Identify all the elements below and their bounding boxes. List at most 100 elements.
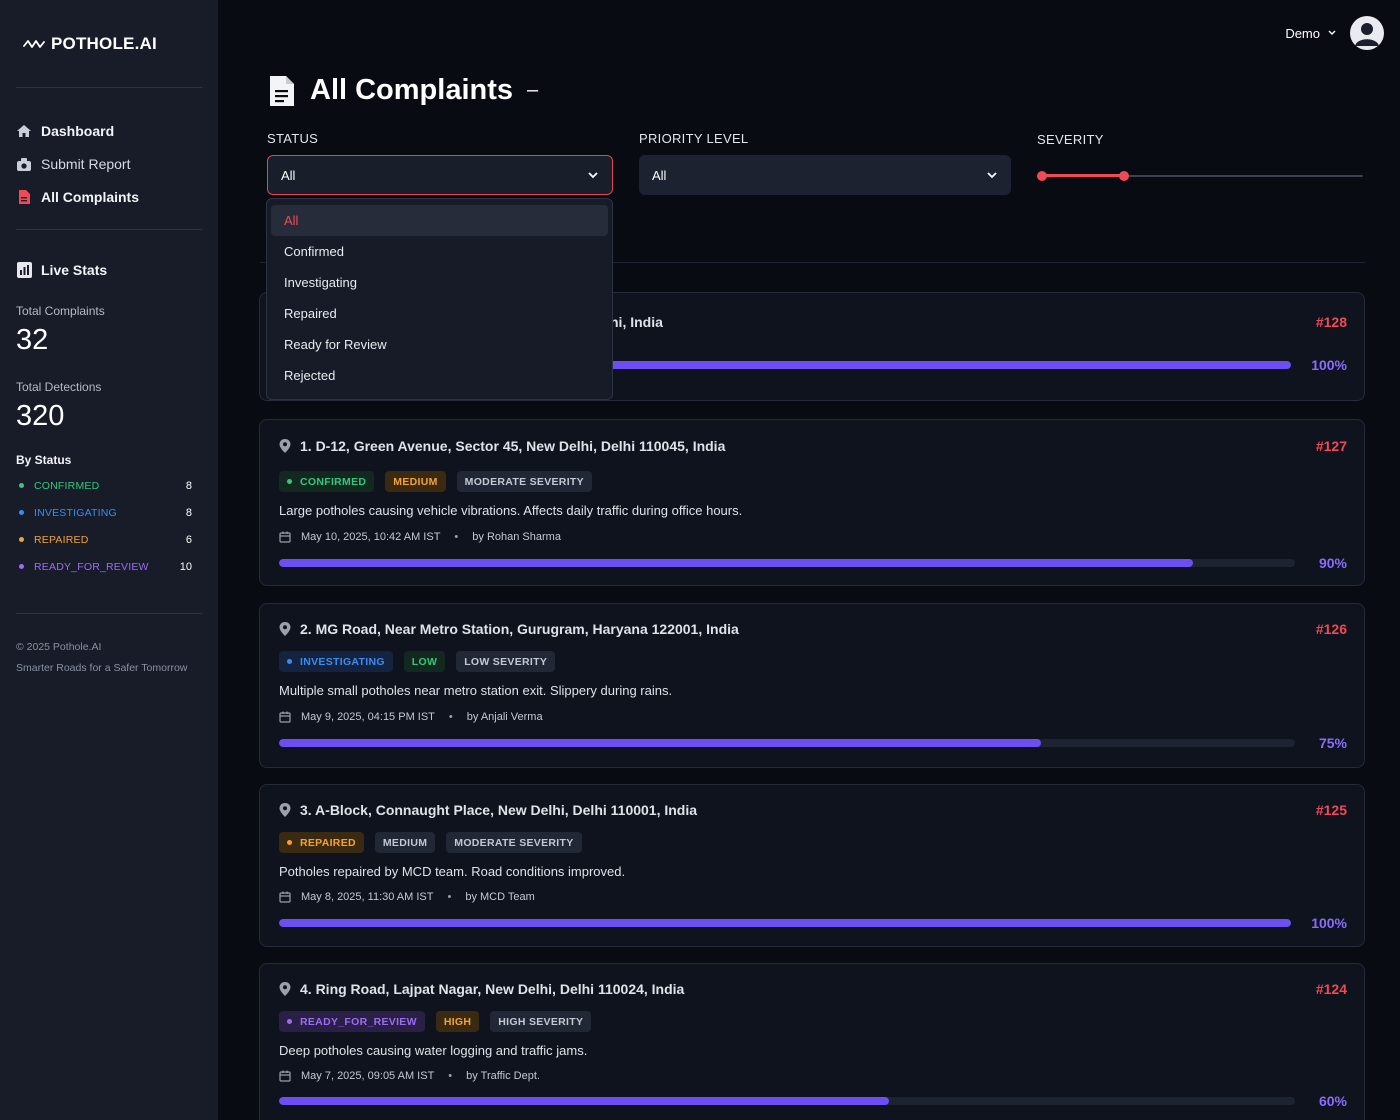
badge-row: READY_FOR_REVIEW HIGH HIGH SEVERITY xyxy=(279,1011,592,1032)
progress-bar xyxy=(279,919,1291,927)
complaint-id: #128 xyxy=(1315,314,1347,330)
camera-icon xyxy=(16,156,32,172)
nav-dashboard-label: Dashboard xyxy=(41,122,115,139)
complaint-card[interactable]: 2. MG Road, Near Metro Station, Gurugram… xyxy=(259,603,1365,768)
chevron-down-icon xyxy=(588,172,598,179)
calendar-icon xyxy=(279,891,291,903)
complaint-date: May 8, 2025, 11:30 AM IST xyxy=(301,891,434,903)
total-detections-label: Total Detections xyxy=(16,380,102,394)
user-icon xyxy=(1355,23,1379,46)
severity-badge: HIGH SEVERITY xyxy=(490,1011,592,1032)
complaint-location: 3. A-Block, Connaught Place, New Delhi, … xyxy=(279,802,697,818)
complaint-author: by MCD Team xyxy=(465,891,535,903)
status-option-repaired[interactable]: Repaired xyxy=(271,298,608,329)
sidebar-divider xyxy=(16,229,202,230)
complaint-id: #127 xyxy=(1315,438,1347,454)
sidebar-divider xyxy=(16,87,202,88)
complaint-location-text: 2. MG Road, Near Metro Station, Gurugram… xyxy=(300,621,739,637)
severity-slider[interactable] xyxy=(1037,171,1363,181)
status-option-investigating[interactable]: Investigating xyxy=(271,267,608,298)
clipboard-icon xyxy=(17,262,32,278)
status-option-ready-for-review[interactable]: Ready for Review xyxy=(271,329,608,360)
status-select-value: All xyxy=(281,167,296,183)
map-pin-icon xyxy=(279,439,291,453)
complaint-author: by Rohan Sharma xyxy=(472,531,561,543)
complaint-location: 1. D-12, Green Avenue, Sector 45, New De… xyxy=(279,438,725,454)
complaint-description: Multiple small potholes near metro stati… xyxy=(279,683,673,698)
nav-dashboard[interactable]: Dashboard xyxy=(16,114,139,147)
complaint-card[interactable]: 3. A-Block, Connaught Place, New Delhi, … xyxy=(259,784,1365,947)
status-badge: INVESTIGATING xyxy=(279,651,393,672)
wave-icon xyxy=(23,40,45,48)
status-row-investigating: INVESTIGATING 8 xyxy=(16,499,202,526)
progress-track xyxy=(279,919,1291,927)
progress-percent: 100% xyxy=(1311,915,1347,931)
complaint-location-text: 1. D-12, Green Avenue, Sector 45, New De… xyxy=(300,438,726,454)
priority-select-value: All xyxy=(652,167,667,183)
status-option-all[interactable]: All xyxy=(271,205,608,236)
progress-percent: 60% xyxy=(1318,1093,1347,1109)
progress-track xyxy=(279,739,1295,747)
priority-select[interactable]: All xyxy=(639,155,1011,195)
page-title-suffix: – xyxy=(527,79,539,101)
home-icon xyxy=(16,123,32,139)
status-name: INVESTIGATING xyxy=(34,506,117,519)
nav-submit-report[interactable]: Submit Report xyxy=(16,147,139,180)
severity-badge: MODERATE SEVERITY xyxy=(456,471,592,492)
severity-badge: MODERATE SEVERITY xyxy=(446,832,582,853)
progress-track xyxy=(279,559,1295,567)
user-menu[interactable]: Demo xyxy=(1285,16,1384,50)
complaint-location-text: 4. Ring Road, Lajpat Nagar, New Delhi, D… xyxy=(300,981,685,997)
nav-all-complaints[interactable]: All Complaints xyxy=(16,180,139,213)
sidebar-nav: Dashboard Submit Report All Complaints xyxy=(16,114,139,213)
nav-all-complaints-label: All Complaints xyxy=(41,188,140,205)
chevron-down-icon xyxy=(987,172,997,179)
status-name: REPAIRED xyxy=(34,533,89,546)
complaint-location: hi, India xyxy=(610,314,663,330)
badge-row: REPAIRED MEDIUM MODERATE SEVERITY xyxy=(279,832,582,853)
status-option-rejected[interactable]: Rejected xyxy=(271,360,608,391)
priority-badge: LOW xyxy=(403,651,446,672)
slider-thumb-max[interactable] xyxy=(1119,171,1130,181)
document-icon xyxy=(270,75,294,106)
progress-bar xyxy=(279,1097,889,1105)
map-pin-icon xyxy=(279,982,291,996)
app-logo[interactable]: POTHOLE.AI xyxy=(23,34,157,54)
tagline-text: Smarter Roads for a Safer Tomorrow xyxy=(16,662,188,674)
status-dot xyxy=(19,564,24,569)
progress-track xyxy=(279,1097,1295,1105)
slider-thumb-min[interactable] xyxy=(1037,171,1047,181)
nav-submit-report-label: Submit Report xyxy=(41,155,131,172)
live-stats: Live Stats Total Complaints 32 Total Det… xyxy=(16,260,202,580)
sidebar-divider xyxy=(16,613,202,614)
copyright-text: © 2025 Pothole.AI xyxy=(16,641,102,653)
slider-fill xyxy=(1042,174,1125,177)
sidebar: POTHOLE.AI Dashboard Submit Report All C… xyxy=(0,0,218,1120)
complaint-location: 2. MG Road, Near Metro Station, Gurugram… xyxy=(279,621,739,637)
status-select[interactable]: All xyxy=(267,155,613,195)
complaint-card[interactable]: 4. Ring Road, Lajpat Nagar, New Delhi, D… xyxy=(259,963,1365,1120)
progress-percent: 75% xyxy=(1318,735,1347,751)
complaint-location: 4. Ring Road, Lajpat Nagar, New Delhi, D… xyxy=(279,981,684,997)
status-dot xyxy=(19,537,24,542)
page-header: All Complaints – xyxy=(268,74,538,107)
priority-badge: MEDIUM xyxy=(374,832,436,853)
status-count: 6 xyxy=(185,533,192,546)
status-count: 10 xyxy=(179,560,192,573)
status-row-ready-for-review: READY_FOR_REVIEW 10 xyxy=(16,553,202,580)
status-option-confirmed[interactable]: Confirmed xyxy=(271,236,608,267)
logo-text: POTHOLE.AI xyxy=(51,34,157,53)
complaint-description: Deep potholes causing water logging and … xyxy=(279,1043,588,1058)
complaint-author: by Traffic Dept. xyxy=(466,1070,540,1082)
status-badge: CONFIRMED xyxy=(279,471,375,492)
complaint-card[interactable]: 1. D-12, Green Avenue, Sector 45, New De… xyxy=(259,419,1365,586)
complaint-id: #125 xyxy=(1315,802,1347,818)
page-title: All Complaints xyxy=(310,74,514,106)
priority-filter-label: PRIORITY LEVEL xyxy=(639,131,749,146)
priority-badge: MEDIUM xyxy=(385,471,446,492)
severity-filter-label: SEVERITY xyxy=(1037,132,1104,147)
complaint-id: #124 xyxy=(1315,981,1347,997)
avatar[interactable] xyxy=(1350,16,1384,50)
severity-badge: LOW SEVERITY xyxy=(456,651,556,672)
complaint-id: #126 xyxy=(1315,621,1347,637)
